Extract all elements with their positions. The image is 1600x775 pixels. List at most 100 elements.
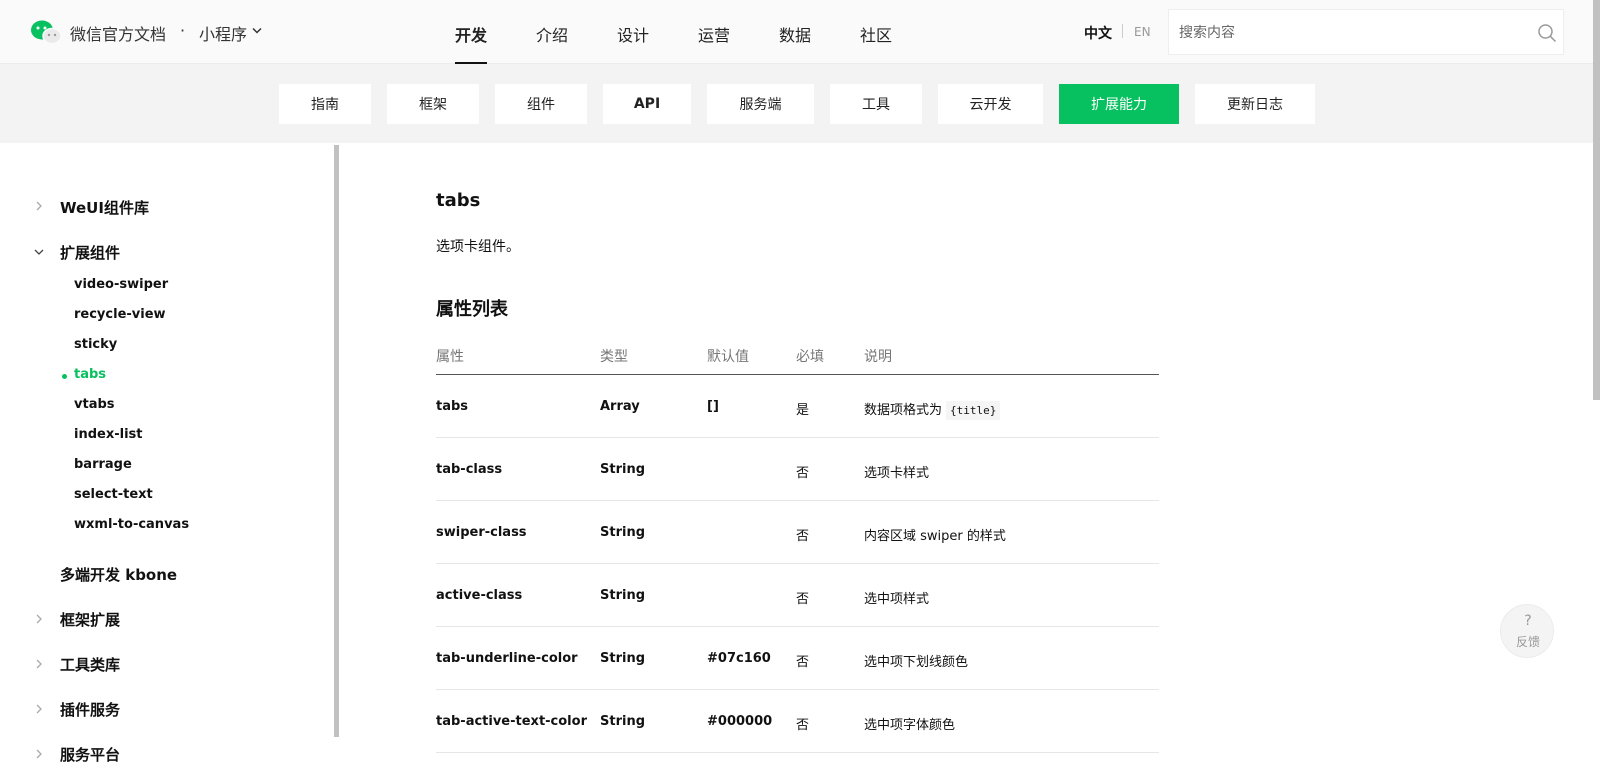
lang-en-button[interactable]: EN — [1134, 25, 1151, 39]
active-bullet — [62, 374, 67, 379]
cell-type: String — [600, 651, 646, 666]
product-selector[interactable]: 小程序 — [199, 21, 247, 45]
cell-description: 选中项字体颜色 — [864, 718, 956, 733]
sidebar-subitem-barrage[interactable]: barrage — [74, 457, 132, 472]
cell-description: 内容区域 swiper 的样式 — [864, 529, 1006, 544]
wechat-logo-icon[interactable] — [30, 19, 62, 45]
sidebar-item-weui[interactable]: WeUI组件库 — [60, 197, 149, 218]
site-title[interactable]: 微信官方文档 — [70, 21, 166, 45]
sidebar-subitem-video-swiper[interactable]: video-swiper — [74, 277, 168, 292]
subnav-framework[interactable]: 框架 — [387, 84, 479, 124]
sub-nav: 指南 框架 组件 API 服务端 工具 云开发 扩展能力 更新日志 — [279, 84, 1331, 124]
chevron-right-icon[interactable] — [34, 201, 44, 211]
table-header: 属性 类型 默认值 必填 说明 — [436, 332, 1159, 375]
nav-operation[interactable]: 运营 — [698, 0, 779, 64]
subnav-guide[interactable]: 指南 — [279, 84, 371, 124]
chevron-down-icon[interactable] — [252, 27, 262, 35]
cell-type: String — [600, 714, 646, 729]
nav-data[interactable]: 数据 — [779, 0, 860, 64]
lang-divider — [1122, 24, 1123, 38]
cell-attr: swiper-class — [436, 525, 527, 540]
page-scrollbar[interactable] — [1593, 0, 1600, 400]
cell-attr: tab-underline-color — [436, 651, 578, 666]
sidebar-item-tool-libs[interactable]: 工具类库 — [60, 654, 120, 675]
cell-attr: active-class — [436, 588, 523, 603]
cell-required: 否 — [796, 529, 810, 544]
sidebar-subitem-vtabs[interactable]: vtabs — [74, 397, 115, 412]
inline-code: {title} — [946, 401, 1001, 420]
nav-intro[interactable]: 介绍 — [536, 0, 617, 64]
sidebar-item-framework-ext[interactable]: 框架扩展 — [60, 609, 120, 630]
sidebar-subitem-tabs[interactable]: tabs — [74, 367, 106, 382]
subnav-cloud[interactable]: 云开发 — [938, 84, 1043, 124]
cell-default: [] — [707, 399, 719, 414]
sidebar-item-service-platform[interactable]: 服务平台 — [60, 744, 120, 765]
sidebar-subitem-select-text[interactable]: select-text — [74, 487, 153, 502]
cell-attr: tabs — [436, 399, 469, 414]
section-title: 属性列表 — [436, 299, 508, 320]
feedback-label: 反馈 — [1515, 635, 1540, 649]
sub-nav-bar: 指南 框架 组件 API 服务端 工具 云开发 扩展能力 更新日志 — [0, 64, 1600, 143]
cell-attr: tab-class — [436, 462, 503, 477]
main-nav: 开发 介绍 设计 运营 数据 社区 — [455, 0, 941, 64]
subnav-components[interactable]: 组件 — [495, 84, 587, 124]
nav-design[interactable]: 设计 — [617, 0, 698, 64]
chevron-right-icon[interactable] — [34, 704, 44, 714]
top-header: 微信官方文档 · 小程序 开发 介绍 设计 运营 数据 社区 中文 EN — [0, 0, 1600, 64]
cell-attr: tab-active-text-color — [436, 714, 587, 729]
table-row: swiper-class String 否 内容区域 swiper 的样式 — [436, 501, 1159, 564]
search-input[interactable] — [1179, 22, 1509, 44]
sidebar-subitem-sticky[interactable]: sticky — [74, 337, 117, 352]
subnav-server[interactable]: 服务端 — [707, 84, 814, 124]
cell-type: String — [600, 462, 646, 477]
table-row: tabs Array [] 是 数据项格式为 {title} — [436, 375, 1159, 438]
page-title: tabs — [436, 190, 481, 211]
sidebar-item-kbone[interactable]: 多端开发 kbone — [60, 564, 177, 585]
cell-required: 是 — [796, 403, 810, 418]
page-description: 选项卡组件。 — [436, 239, 520, 255]
sidebar-item-extended-components[interactable]: 扩展组件 — [60, 242, 120, 263]
cell-description: 选中项下划线颜色 — [864, 655, 969, 670]
header-default: 默认值 — [707, 349, 749, 365]
sidebar-scrollbar[interactable] — [334, 145, 339, 737]
help-icon: ? — [1524, 613, 1532, 629]
cell-type: String — [600, 588, 646, 603]
cell-required: 否 — [796, 592, 810, 607]
sidebar-subitem-index-list[interactable]: index-list — [74, 427, 142, 442]
cell-required: 否 — [796, 718, 810, 733]
table-row: active-class String 否 选中项样式 — [436, 564, 1159, 627]
chevron-down-icon[interactable] — [34, 247, 44, 257]
lang-zh-button[interactable]: 中文 — [1084, 23, 1112, 43]
cell-type: Array — [600, 399, 640, 414]
feedback-button[interactable]: ? 反馈 — [1500, 604, 1554, 658]
cell-required: 否 — [796, 655, 810, 670]
table-row: tab-class String 否 选项卡样式 — [436, 438, 1159, 501]
header-required: 必填 — [796, 349, 824, 365]
table-row: tab-active-text-color String #000000 否 选… — [436, 690, 1159, 753]
nav-develop[interactable]: 开发 — [455, 0, 536, 64]
cell-type: String — [600, 525, 646, 540]
header-description: 说明 — [864, 349, 892, 365]
sidebar-subitem-recycle-view[interactable]: recycle-view — [74, 307, 166, 322]
cell-default: #07c160 — [707, 651, 771, 666]
chevron-right-icon[interactable] — [34, 659, 44, 669]
subnav-tools[interactable]: 工具 — [830, 84, 922, 124]
subnav-api[interactable]: API — [603, 84, 691, 124]
title-separator: · — [180, 21, 186, 40]
chevron-right-icon[interactable] — [34, 614, 44, 624]
sidebar — [0, 143, 334, 775]
search-box — [1168, 9, 1564, 55]
sidebar-subitem-wxml-to-canvas[interactable]: wxml-to-canvas — [74, 517, 189, 532]
sidebar-item-plugin-service[interactable]: 插件服务 — [60, 699, 120, 720]
cell-required: 否 — [796, 466, 810, 481]
table-row: tab-underline-color String #07c160 否 选中项… — [436, 627, 1159, 690]
cell-default: #000000 — [707, 714, 773, 729]
search-icon[interactable] — [1537, 23, 1557, 43]
subnav-extensions[interactable]: 扩展能力 — [1059, 84, 1179, 124]
properties-table: 属性 类型 默认值 必填 说明 tabs Array [] 是 数据项格式为 {t… — [436, 332, 1159, 753]
header-type: 类型 — [600, 349, 628, 365]
subnav-changelog[interactable]: 更新日志 — [1195, 84, 1315, 124]
chevron-right-icon[interactable] — [34, 749, 44, 759]
cell-description: 选中项样式 — [864, 592, 930, 607]
nav-community[interactable]: 社区 — [860, 0, 941, 64]
